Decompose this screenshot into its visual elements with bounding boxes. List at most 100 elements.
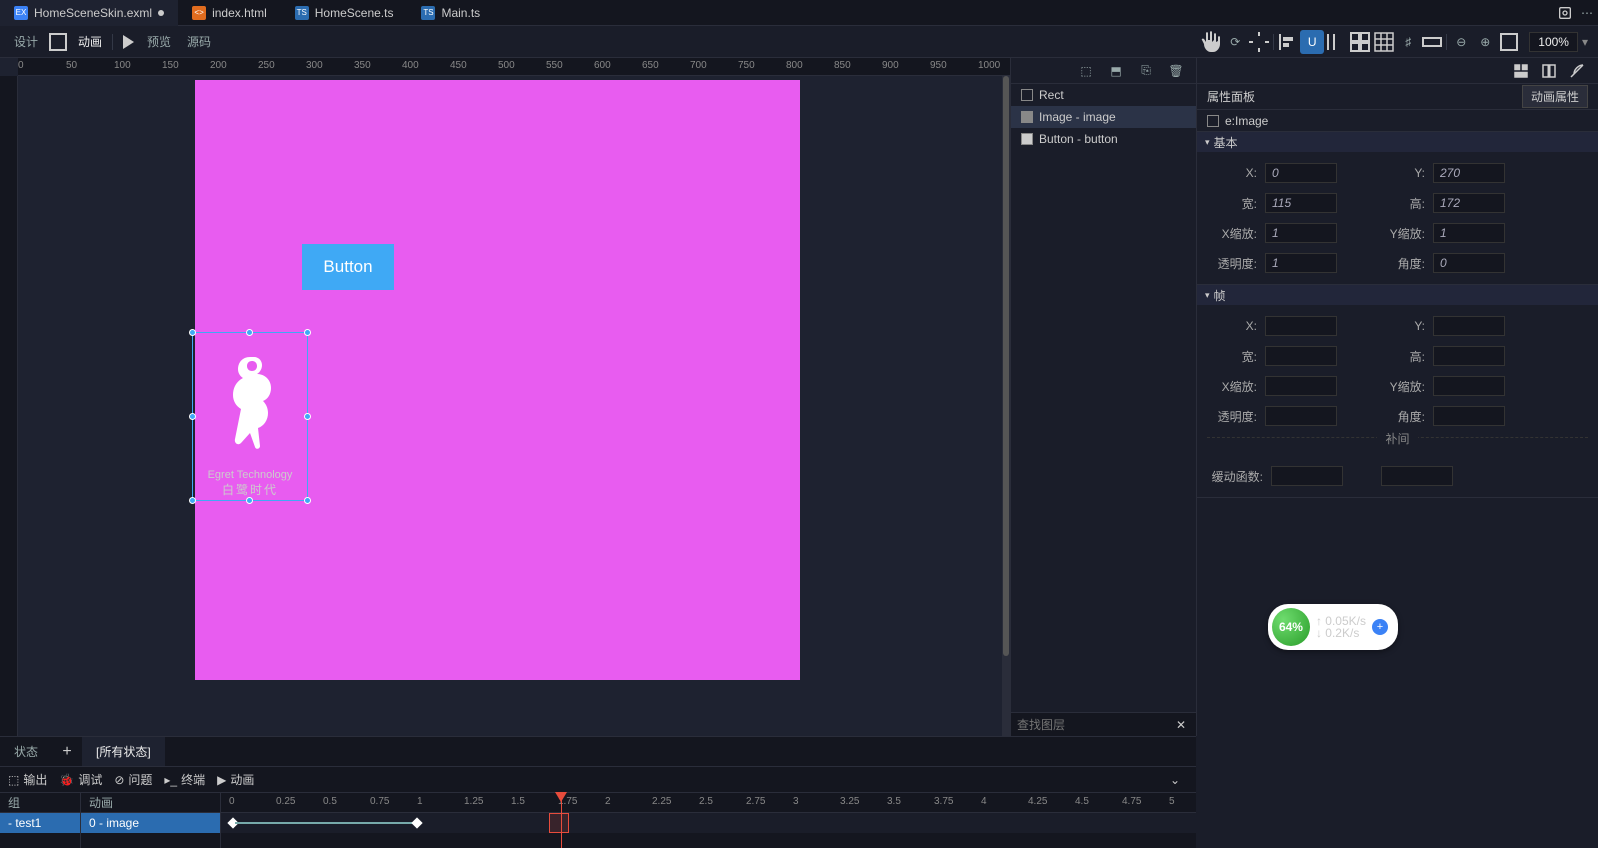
zoom-value[interactable]: 100% xyxy=(1529,32,1578,52)
fy-input[interactable] xyxy=(1433,316,1505,336)
all-states-tab[interactable]: [所有状态] xyxy=(82,737,165,767)
problem-tab[interactable]: ⊘问题 xyxy=(114,771,152,788)
fh-input[interactable] xyxy=(1433,346,1505,366)
section-basic[interactable]: ▾基本 xyxy=(1197,132,1598,152)
align-left-icon[interactable] xyxy=(1276,30,1300,54)
fsy-input[interactable] xyxy=(1433,376,1505,396)
field-label: X缩放: xyxy=(1207,378,1261,395)
layer-delete-icon[interactable]: 🗑 xyxy=(1164,59,1188,83)
mode-anim[interactable]: 动画 xyxy=(70,33,110,50)
resize-handle[interactable] xyxy=(304,497,311,504)
net-download: ↓ 0.2K/s xyxy=(1316,627,1366,639)
opacity-input[interactable] xyxy=(1265,253,1337,273)
mode-preview[interactable]: 预览 xyxy=(139,33,179,50)
fit-icon[interactable] xyxy=(1497,30,1521,54)
refresh-icon[interactable]: ⟳ xyxy=(1223,30,1247,54)
zoom-in-icon[interactable]: ⊕ xyxy=(1473,30,1497,54)
height-input[interactable] xyxy=(1433,193,1505,213)
zoom-out-icon[interactable]: ⊖ xyxy=(1449,30,1473,54)
field-label: 角度: xyxy=(1375,255,1429,272)
net-plus-icon[interactable]: + xyxy=(1372,619,1388,635)
resize-handle[interactable] xyxy=(189,497,196,504)
hand-tool-icon[interactable] xyxy=(1199,30,1223,54)
terminal-tab[interactable]: ▸_终端 xyxy=(164,771,205,788)
timeline-track[interactable] xyxy=(221,813,1196,833)
y-input[interactable] xyxy=(1433,163,1505,183)
tab-homesceneskin[interactable]: EX HomeSceneSkin.exml xyxy=(0,0,178,26)
net-rates: ↑ 0.05K/s ↓ 0.2K/s xyxy=(1316,615,1366,639)
collapse-icon[interactable]: ⌄ xyxy=(1162,773,1188,787)
field-label: 缓动函数: xyxy=(1207,468,1267,485)
ease-input2[interactable] xyxy=(1381,466,1453,486)
tween-bar[interactable] xyxy=(235,822,415,824)
layer-copy-icon[interactable]: ⎘ xyxy=(1134,59,1158,83)
tab-homescene-ts[interactable]: TS HomeScene.ts xyxy=(281,0,408,26)
canvas-scrollbar[interactable] xyxy=(1002,76,1010,736)
playhead[interactable] xyxy=(561,793,562,848)
ruler-icon[interactable] xyxy=(1420,30,1444,54)
resize-handle[interactable] xyxy=(304,329,311,336)
more-icon[interactable]: ⋯ xyxy=(1576,2,1598,24)
transform-icon[interactable] xyxy=(1247,30,1271,54)
layer-item-rect[interactable]: Rect xyxy=(1011,84,1196,106)
section-frame[interactable]: ▾帧 xyxy=(1197,285,1598,305)
fw-input[interactable] xyxy=(1265,346,1337,366)
layer-search-input[interactable] xyxy=(1017,718,1172,732)
timeline-ruler[interactable]: 00.250.50.7511.251.51.7522.252.52.7533.2… xyxy=(221,793,1196,813)
debug-tab[interactable]: 🐞调试 xyxy=(59,771,102,788)
stage-rect[interactable]: Button Egret Technology 白鹭时代 xyxy=(195,80,800,680)
preview-icon[interactable] xyxy=(115,30,139,54)
clear-search-icon[interactable]: ✕ xyxy=(1172,718,1190,732)
layer-tool-icon[interactable]: ⬒ xyxy=(1104,59,1128,83)
section-title: 帧 xyxy=(1214,287,1226,304)
timeline-track-area[interactable]: 00.250.50.7511.251.51.7522.252.52.7533.2… xyxy=(220,793,1196,848)
fsx-input[interactable] xyxy=(1265,376,1337,396)
layers-panel: ⬚ ⬒ ⎘ 🗑 Rect Image - image Button - butt… xyxy=(1010,58,1196,736)
resize-handle[interactable] xyxy=(246,497,253,504)
timeline-anim-item[interactable]: 0 - image xyxy=(81,813,220,833)
anim-attr-button[interactable]: 动画属性 xyxy=(1522,85,1588,108)
mode-source[interactable]: 源码 xyxy=(179,33,219,50)
keyframe[interactable] xyxy=(411,817,422,828)
keyframe-selection[interactable] xyxy=(549,813,569,833)
align-v-icon[interactable] xyxy=(1324,30,1348,54)
fop-input[interactable] xyxy=(1265,406,1337,426)
tab-main-ts[interactable]: TS Main.ts xyxy=(407,0,494,26)
design-icon[interactable] xyxy=(46,30,70,54)
output-tab[interactable]: ⬚输出 xyxy=(8,771,47,788)
grid-icon[interactable] xyxy=(1348,30,1372,54)
layer-item-button[interactable]: Button - button xyxy=(1011,128,1196,150)
fang-input[interactable] xyxy=(1433,406,1505,426)
image-element[interactable]: Egret Technology 白鹭时代 xyxy=(195,335,305,498)
network-widget[interactable]: 64% ↑ 0.05K/s ↓ 0.2K/s + xyxy=(1268,604,1398,650)
scalex-input[interactable] xyxy=(1265,223,1337,243)
snap-icon[interactable]: U xyxy=(1300,30,1324,54)
width-input[interactable] xyxy=(1265,193,1337,213)
tab-index-html[interactable]: <> index.html xyxy=(178,0,281,26)
layer-item-image[interactable]: Image - image xyxy=(1011,106,1196,128)
layer-tool-icon[interactable]: ⬚ xyxy=(1074,59,1098,83)
resize-handle[interactable] xyxy=(304,413,311,420)
prop-tab-feather-icon[interactable] xyxy=(1568,62,1586,80)
fx-input[interactable] xyxy=(1265,316,1337,336)
anim-tab[interactable]: ▶动画 xyxy=(217,771,254,788)
tween-divider-label: 补间 xyxy=(1377,432,1417,446)
state-tab[interactable]: 状态 xyxy=(0,737,52,767)
scaley-input[interactable] xyxy=(1433,223,1505,243)
mode-design[interactable]: 设计 xyxy=(6,33,46,50)
prop-tab-props-icon[interactable] xyxy=(1512,62,1530,80)
button-element[interactable]: Button xyxy=(302,244,394,290)
grid2-icon[interactable] xyxy=(1372,30,1396,54)
canvas-viewport[interactable]: Button Egret Technology 白鹭时代 xyxy=(18,76,1010,736)
locate-icon[interactable] xyxy=(1554,2,1576,24)
add-state-button[interactable]: + xyxy=(52,743,82,761)
x-input[interactable] xyxy=(1265,163,1337,183)
timeline-group-item[interactable]: - test1 xyxy=(0,813,80,833)
guides-icon[interactable]: ♯ xyxy=(1396,30,1420,54)
logo-text-2: 白鹭时代 xyxy=(222,481,278,498)
field-label: Y: xyxy=(1375,166,1429,180)
ease-input[interactable] xyxy=(1271,466,1343,486)
egret-logo-icon xyxy=(215,335,285,469)
prop-tab-book-icon[interactable] xyxy=(1540,62,1558,80)
angle-input[interactable] xyxy=(1433,253,1505,273)
